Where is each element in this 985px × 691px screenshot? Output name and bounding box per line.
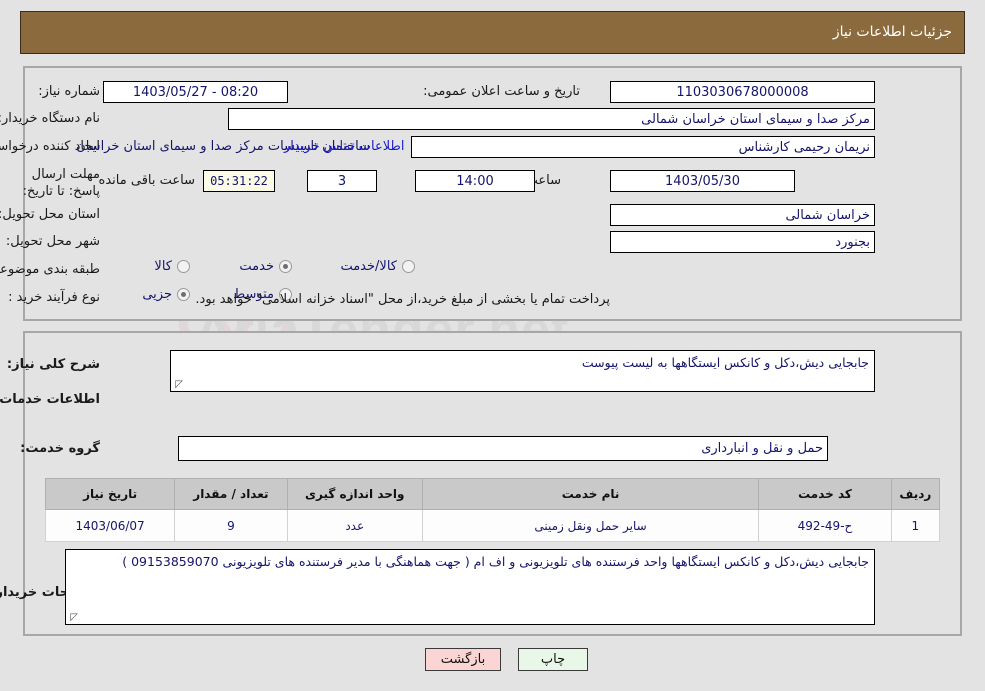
radio-dot-khedmat[interactable]	[279, 260, 292, 273]
th-quantity: تعداد / مقدار	[174, 478, 288, 510]
resize-grip-icon[interactable]: ◸	[173, 380, 183, 390]
page-title: جزئیات اطلاعات نیاز	[832, 24, 952, 40]
description-textarea[interactable]: جابجایی دیش،دکل و کانکس ایستگاهها به لیس…	[170, 350, 875, 392]
services-table: ردیف کد خدمت نام خدمت واحد اندازه گیری ت…	[44, 478, 941, 542]
radio-category-khedmat[interactable]: خدمت	[239, 259, 292, 274]
cell-quantity: 9	[174, 509, 288, 542]
back-button[interactable]: بازگشت	[425, 648, 501, 671]
services-section-title: اطلاعات خدمات مورد نیاز	[0, 392, 100, 407]
radio-label-khedmat: خدمت	[239, 259, 274, 274]
buyer-org-value: مرکز صدا و سیمای استان خراسان شمالی	[228, 108, 875, 130]
th-unit: واحد اندازه گیری	[286, 478, 423, 510]
cell-need-date: 1403/06/07	[44, 509, 176, 542]
province-label: استان محل تحویل:	[0, 207, 100, 222]
radio-label-kala-khedmat: کالا/خدمت	[340, 259, 397, 274]
remaining-timer-label: ساعت باقی مانده	[98, 173, 195, 188]
buyer-org-label: نام دستگاه خریدار:	[0, 111, 100, 126]
radio-dot-jozei[interactable]	[177, 288, 190, 301]
need-number-value: 1103030678000008	[610, 81, 875, 103]
radio-category-kala[interactable]: کالا	[154, 259, 190, 274]
radio-dot-kala-khedmat[interactable]	[402, 260, 415, 273]
page-header: جزئیات اطلاعات نیاز	[20, 11, 965, 54]
deadline-hour-value: 14:00	[415, 170, 535, 192]
requester-value: نریمان رحیمی کارشناس	[411, 136, 875, 158]
cell-service-name: سایر حمل ونقل زمینی	[421, 509, 760, 542]
service-group-label: گروه خدمت:	[20, 441, 100, 456]
deadline-date-value: 1403/05/30	[610, 170, 795, 192]
th-service-code: کد خدمت	[758, 478, 892, 510]
payment-note: پرداخت تمام یا بخشی از مبلغ خرید،از محل …	[195, 292, 610, 307]
table-header-row: ردیف کد خدمت نام خدمت واحد اندازه گیری ت…	[44, 478, 941, 510]
category-label: طبقه بندی موضوعی:	[0, 262, 100, 277]
buyer-contact-link[interactable]: اطلاعات تماس خریدار	[284, 139, 404, 154]
city-label: شهر محل تحویل:	[5, 234, 100, 249]
print-button[interactable]: چاپ	[518, 648, 588, 671]
radio-dot-kala[interactable]	[177, 260, 190, 273]
need-info-panel	[23, 66, 962, 321]
buyer-notes-value: جابجایی دیش،دکل و کانکس ایستگاهها واحد ف…	[122, 554, 869, 569]
th-service-name: نام خدمت	[421, 478, 760, 510]
service-group-value: حمل و نقل و انبارداری	[178, 436, 828, 461]
description-value: جابجایی دیش،دکل و کانکس ایستگاهها به لیس…	[581, 355, 869, 370]
remaining-days-value: 3	[307, 170, 377, 192]
table-row[interactable]: 1 ح-49-492 سایر حمل ونقل زمینی عدد 9 140…	[44, 509, 941, 542]
public-announce-value: 1403/05/27 - 08:20	[103, 81, 288, 103]
th-need-date: تاریخ نیاز	[44, 478, 176, 510]
cell-row-no: 1	[890, 509, 941, 542]
remaining-timer-value: 05:31:22	[203, 170, 275, 192]
page-root: AriaTender.net جزئیات اطلاعات نیاز شماره…	[0, 0, 985, 691]
radio-category-kala-khedmat[interactable]: کالا/خدمت	[340, 259, 415, 274]
deadline-label: مهلت ارسال پاسخ: تا تاریخ:	[22, 167, 100, 199]
buyer-notes-textarea[interactable]: جابجایی دیش،دکل و کانکس ایستگاهها واحد ف…	[65, 549, 875, 625]
need-number-label: شماره نیاز:	[38, 84, 100, 99]
cell-unit: عدد	[286, 509, 423, 542]
radio-label-jozei: جزیی	[142, 287, 172, 302]
process-label: نوع فرآیند خرید :	[8, 290, 100, 305]
province-value: خراسان شمالی	[610, 204, 875, 226]
public-announce-label: تاریخ و ساعت اعلان عمومی:	[423, 84, 580, 99]
description-label: شرح کلی نیاز:	[6, 357, 100, 372]
radio-label-kala: کالا	[154, 259, 172, 274]
th-row-no: ردیف	[890, 478, 941, 510]
cell-service-code: ح-49-492	[758, 509, 892, 542]
radio-process-jozei[interactable]: جزیی	[142, 287, 190, 302]
resize-grip-icon-notes[interactable]: ◸	[68, 613, 78, 623]
city-value: بجنورد	[610, 231, 875, 253]
